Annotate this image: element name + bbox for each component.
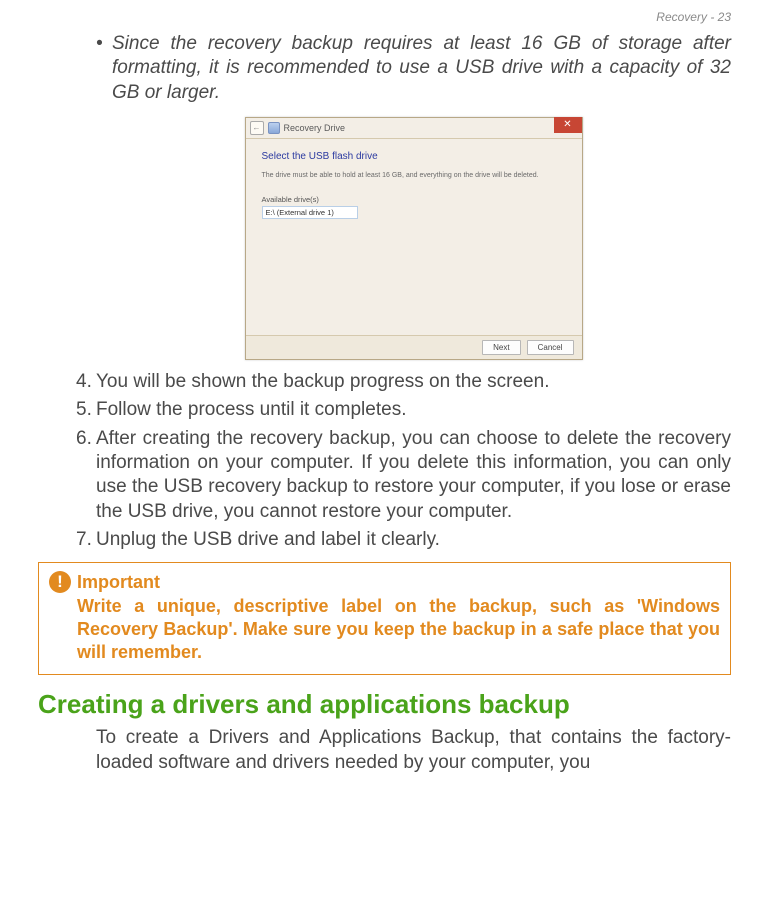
- tail-paragraph: To create a Drivers and Applications Bac…: [0, 726, 769, 775]
- drive-list-item[interactable]: E:\ (External drive 1): [262, 206, 358, 219]
- dialog-subtext: The drive must be able to hold at least …: [262, 172, 566, 179]
- step-number: 7.: [76, 528, 96, 552]
- step-number: 5.: [76, 398, 96, 422]
- step-text: Follow the process until it completes.: [96, 398, 731, 422]
- section-heading: Creating a drivers and applications back…: [0, 685, 769, 726]
- step-text: Unplug the USB drive and label it clearl…: [96, 528, 731, 552]
- bullet-text: Since the recovery backup requires at le…: [112, 32, 731, 105]
- dialog-titlebar: ← Recovery Drive ✕: [246, 118, 582, 139]
- dialog-body: Select the USB flash drive The drive mus…: [246, 139, 582, 335]
- dialog-screenshot: ← Recovery Drive ✕ Select the USB flash …: [96, 117, 731, 360]
- cancel-button[interactable]: Cancel: [527, 340, 574, 355]
- important-body: Write a unique, descriptive label on the…: [77, 595, 720, 664]
- step-6: 6. After creating the recovery backup, y…: [76, 427, 731, 524]
- close-button[interactable]: ✕: [554, 117, 582, 133]
- important-callout: ! Important Write a unique, descriptive …: [38, 562, 731, 675]
- step-7: 7. Unplug the USB drive and label it cle…: [76, 528, 731, 552]
- important-title: Important: [77, 572, 160, 593]
- document-page: Recovery - 23 • Since the recovery backu…: [0, 0, 769, 775]
- dialog-title: Recovery Drive: [284, 123, 346, 133]
- step-4: 4. You will be shown the backup progress…: [76, 370, 731, 394]
- dialog-heading: Select the USB flash drive: [262, 151, 566, 162]
- body-content: • Since the recovery backup requires at …: [0, 32, 769, 552]
- exclamation-icon: !: [49, 571, 71, 593]
- available-drives-label: Available drive(s): [262, 195, 566, 204]
- step-5: 5. Follow the process until it completes…: [76, 398, 731, 422]
- bullet-dot: •: [96, 32, 112, 105]
- next-button[interactable]: Next: [482, 340, 520, 355]
- dialog-footer: Next Cancel: [246, 335, 582, 359]
- important-header: ! Important: [49, 571, 720, 593]
- step-number: 4.: [76, 370, 96, 394]
- page-header: Recovery - 23: [0, 0, 769, 32]
- dialog-icon: [268, 122, 280, 134]
- step-text: You will be shown the backup progress on…: [96, 370, 731, 394]
- step-text: After creating the recovery backup, you …: [96, 427, 731, 524]
- back-button[interactable]: ←: [250, 121, 264, 135]
- step-number: 6.: [76, 427, 96, 524]
- recovery-drive-dialog: ← Recovery Drive ✕ Select the USB flash …: [245, 117, 583, 360]
- bullet-note: • Since the recovery backup requires at …: [96, 32, 731, 105]
